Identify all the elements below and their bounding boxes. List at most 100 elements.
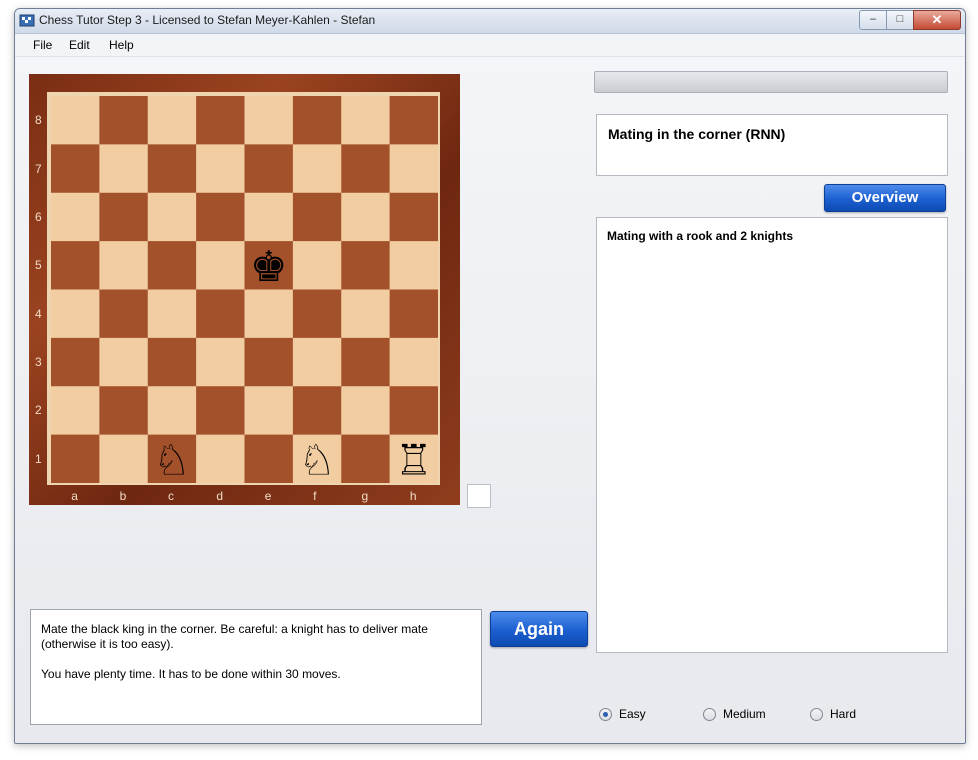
chess-board[interactable]: ♚ ♘ ♘ ♖ — [51, 96, 438, 483]
menu-file[interactable]: File — [33, 38, 52, 52]
main-area: ♚ ♘ ♘ ♖ 8 7 6 5 4 3 2 1 a b c d e f g h Mating in the corn… — [15, 57, 965, 743]
board-square-b4[interactable] — [99, 289, 149, 339]
board-square-e3[interactable] — [244, 337, 294, 387]
board-square-h6[interactable] — [389, 192, 438, 242]
radio-unselected-icon[interactable] — [810, 708, 823, 721]
radio-selected-icon[interactable] — [599, 708, 612, 721]
close-button[interactable]: ✕ — [913, 10, 961, 30]
board-square-h3[interactable] — [389, 337, 438, 387]
instruction-line: (otherwise it is too easy). — [41, 637, 174, 651]
lesson-description-panel[interactable]: Mating with a rook and 2 knights — [596, 217, 948, 653]
minimize-button[interactable]: – — [859, 10, 887, 30]
board-square-h7[interactable] — [389, 144, 438, 194]
board-square-b7[interactable] — [99, 144, 149, 194]
board-square-a5[interactable] — [51, 241, 100, 290]
board-square-b6[interactable] — [99, 192, 149, 242]
maximize-button[interactable]: □ — [886, 10, 914, 30]
overview-button[interactable]: Overview — [824, 184, 946, 212]
board-square-d1[interactable] — [196, 434, 245, 483]
board-square-h2[interactable] — [389, 386, 438, 436]
file-label: b — [119, 489, 127, 503]
board-square-c4[interactable] — [147, 289, 197, 339]
board-square-f6[interactable] — [292, 192, 342, 242]
board-square-e1[interactable] — [244, 434, 294, 483]
board-square-g7[interactable] — [341, 144, 391, 194]
board-square-g8[interactable] — [341, 96, 391, 145]
board-square-b1[interactable] — [99, 434, 149, 483]
app-window: Chess Tutor Step 3 - Licensed to Stefan … — [14, 8, 966, 744]
board-square-c2[interactable] — [147, 386, 197, 436]
board-square-a1[interactable] — [51, 434, 100, 483]
board-square-b5[interactable] — [99, 241, 149, 290]
rank-label: 8 — [35, 113, 42, 128]
board-square-d2[interactable] — [196, 386, 245, 436]
board-square-a2[interactable] — [51, 386, 100, 436]
board-square-e4[interactable] — [244, 289, 294, 339]
board-square-a8[interactable] — [51, 96, 100, 145]
white-rook-piece-icon[interactable]: ♖ — [395, 435, 433, 483]
lesson-title: Mating in the corner (RNN) — [608, 126, 786, 142]
again-button[interactable]: Again — [490, 611, 588, 647]
file-label: c — [167, 489, 174, 503]
instructions-panel[interactable]: Mate the black king in the corner. Be ca… — [30, 609, 482, 725]
board-square-g3[interactable] — [341, 337, 391, 387]
board-square-c3[interactable] — [147, 337, 197, 387]
radio-label-medium: Medium — [723, 707, 766, 721]
board-square-f4[interactable] — [292, 289, 342, 339]
menu-edit[interactable]: Edit — [69, 38, 90, 52]
file-label: h — [409, 489, 417, 503]
board-square-h5[interactable] — [389, 241, 438, 290]
board-square-g2[interactable] — [341, 386, 391, 436]
board-square-c8[interactable] — [147, 96, 197, 145]
board-square-d7[interactable] — [196, 144, 245, 194]
rank-label: 7 — [35, 161, 42, 176]
white-knight-piece-icon[interactable]: ♘ — [298, 435, 336, 483]
board-square-c7[interactable] — [147, 144, 197, 194]
board-square-c6[interactable] — [147, 192, 197, 242]
board-square-f8[interactable] — [292, 96, 342, 145]
menu-bar: File Edit Help — [15, 34, 965, 57]
rank-label: 2 — [35, 403, 42, 418]
board-square-b8[interactable] — [99, 96, 149, 145]
menu-help[interactable]: Help — [109, 38, 134, 52]
board-square-c5[interactable] — [147, 241, 197, 290]
board-square-f2[interactable] — [292, 386, 342, 436]
board-square-a6[interactable] — [51, 192, 100, 242]
board-square-g4[interactable] — [341, 289, 391, 339]
board-square-g1[interactable] — [341, 434, 391, 483]
file-label: g — [361, 489, 369, 503]
board-square-e2[interactable] — [244, 386, 294, 436]
app-icon — [19, 14, 35, 27]
rank-label: 3 — [35, 355, 42, 370]
board-square-h8[interactable] — [389, 96, 438, 145]
board-square-d5[interactable] — [196, 241, 245, 290]
board-square-h4[interactable] — [389, 289, 438, 339]
board-square-b2[interactable] — [99, 386, 149, 436]
board-square-d3[interactable] — [196, 337, 245, 387]
board-square-d4[interactable] — [196, 289, 245, 339]
board-square-a4[interactable] — [51, 289, 100, 339]
board-square-e7[interactable] — [244, 144, 294, 194]
board-square-e6[interactable] — [244, 192, 294, 242]
instruction-line: You have plenty time. It has to be done … — [41, 667, 341, 681]
window-title: Chess Tutor Step 3 - Licensed to Stefan … — [39, 13, 376, 27]
board-square-d8[interactable] — [196, 96, 245, 145]
progress-bar — [594, 71, 948, 93]
white-knight-piece-icon[interactable]: ♘ — [153, 435, 191, 483]
file-label: d — [216, 489, 223, 503]
board-flip-toggle[interactable] — [467, 484, 491, 508]
board-square-a7[interactable] — [51, 144, 100, 194]
radio-unselected-icon[interactable] — [703, 708, 716, 721]
file-label: f — [313, 489, 317, 503]
board-square-d6[interactable] — [196, 192, 245, 242]
lesson-title-panel: Mating in the corner (RNN) — [596, 114, 948, 176]
board-square-f5[interactable] — [292, 241, 342, 290]
board-square-f7[interactable] — [292, 144, 342, 194]
board-square-g6[interactable] — [341, 192, 391, 242]
board-square-e8[interactable] — [244, 96, 294, 145]
board-square-f3[interactable] — [292, 337, 342, 387]
board-square-a3[interactable] — [51, 337, 100, 387]
board-square-b3[interactable] — [99, 337, 149, 387]
black-king-piece-icon[interactable]: ♚ — [250, 242, 288, 291]
board-square-g5[interactable] — [341, 241, 391, 290]
